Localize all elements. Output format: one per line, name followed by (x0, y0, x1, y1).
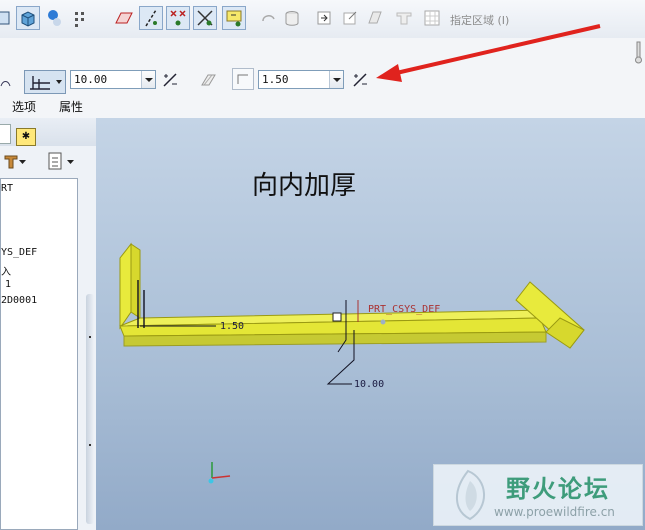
thickness-dimension[interactable]: 10.00 (354, 379, 384, 390)
panel-sash-handle[interactable] (86, 294, 94, 524)
model-tree-list: RT YS_DEF 入 1 2D0001 (0, 178, 78, 530)
annotation-text: 向内加厚 (252, 171, 357, 201)
tree-item[interactable]: 入 (1, 263, 11, 278)
forum-watermark: 野火论坛 www.proewildfire.cn (433, 464, 643, 526)
tree-item[interactable]: RT (1, 183, 13, 194)
tree-item[interactable]: 2D0001 (1, 295, 37, 306)
offset-dimension[interactable]: 1.50 (220, 321, 244, 332)
tree-item[interactable]: YS_DEF (1, 247, 37, 258)
watermark-url: www.proewildfire.cn (494, 505, 615, 519)
tree-tab-active[interactable]: ✱ (16, 128, 36, 146)
tree-toolbar (0, 148, 96, 176)
tree-tabs: ✱ (0, 118, 96, 146)
tree-tab-collapsed[interactable] (0, 124, 11, 144)
tree-show-button[interactable] (46, 150, 80, 172)
tree-settings-button[interactable] (2, 150, 40, 172)
flame-logo-icon (440, 467, 500, 523)
csys-label: PRT_CSYS_DEF (368, 304, 441, 315)
model-tree-panel: ✱ RT YS_DEF 入 1 2D0001 (0, 118, 96, 530)
red-pointer-arrow (376, 24, 601, 82)
watermark-title: 野火论坛 (506, 475, 610, 503)
tree-item[interactable]: 1 (5, 279, 11, 290)
